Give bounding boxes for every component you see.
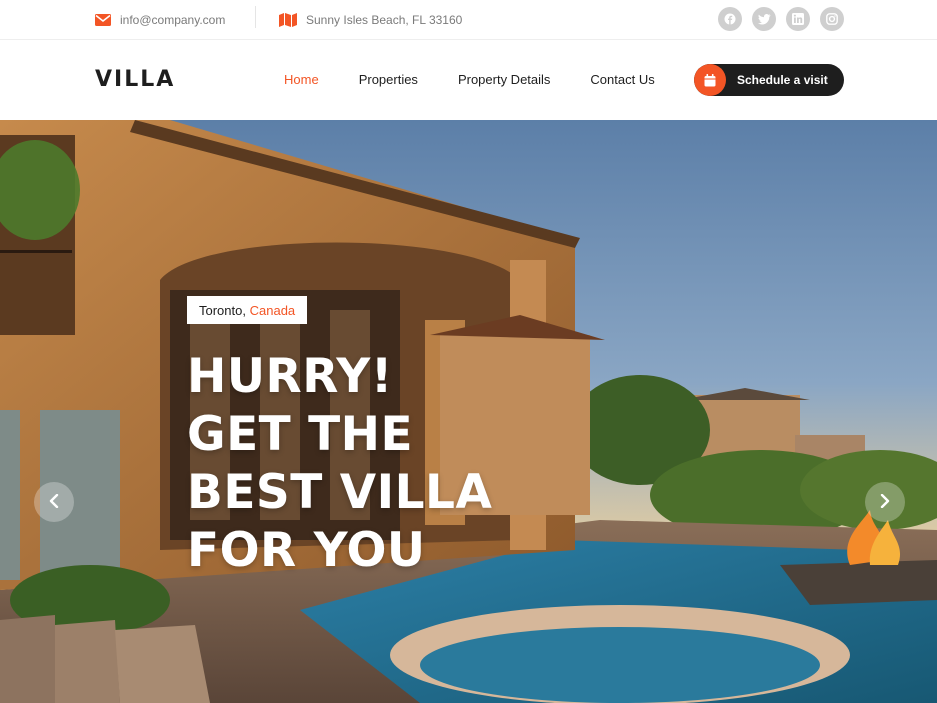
envelope-icon [95, 14, 111, 26]
linkedin-icon[interactable] [786, 7, 810, 31]
site-logo[interactable]: VILLA [95, 67, 175, 92]
location-badge: Toronto, Canada [187, 296, 308, 324]
location-country: Canada [249, 302, 296, 318]
divider [255, 6, 256, 28]
nav-contact-us[interactable]: Contact Us [590, 72, 654, 87]
address-text: Sunny Isles Beach, FL 33160 [306, 13, 463, 27]
main-header: VILLA Home Properties Property Details C… [0, 40, 937, 120]
hero-headline: HURRY! GET THE BEST VILLA FOR YOU [187, 348, 492, 580]
top-info-bar: info@company.com Sunny Isles Beach, FL 3… [0, 0, 937, 40]
nav-properties[interactable]: Properties [359, 72, 418, 87]
headline-line: GET THE [187, 407, 414, 462]
twitter-icon[interactable] [752, 7, 776, 31]
instagram-icon[interactable] [820, 7, 844, 31]
schedule-visit-label: Schedule a visit [737, 73, 828, 87]
headline-line: FOR YOU [187, 523, 426, 578]
slider-prev-button[interactable] [34, 482, 74, 522]
hero-slider: Toronto, Canada HURRY! GET THE BEST VILL… [0, 120, 937, 703]
location-city: Toronto, [199, 302, 246, 318]
schedule-visit-button[interactable]: Schedule a visit [694, 64, 844, 96]
nav-home[interactable]: Home [284, 72, 319, 87]
facebook-icon[interactable] [718, 7, 742, 31]
map-icon [279, 13, 297, 27]
nav-property-details[interactable]: Property Details [458, 72, 550, 87]
contact-address: Sunny Isles Beach, FL 33160 [279, 0, 462, 40]
chevron-left-icon [49, 493, 59, 512]
slider-next-button[interactable] [865, 482, 905, 522]
headline-line: HURRY! [187, 349, 393, 404]
chevron-right-icon [880, 493, 890, 512]
headline-line: BEST VILLA [187, 465, 493, 520]
social-links [718, 7, 844, 31]
contact-email[interactable]: info@company.com [95, 0, 225, 40]
calendar-icon [694, 64, 726, 96]
email-text: info@company.com [120, 13, 226, 27]
main-navigation: Home Properties Property Details Contact… [284, 72, 655, 87]
